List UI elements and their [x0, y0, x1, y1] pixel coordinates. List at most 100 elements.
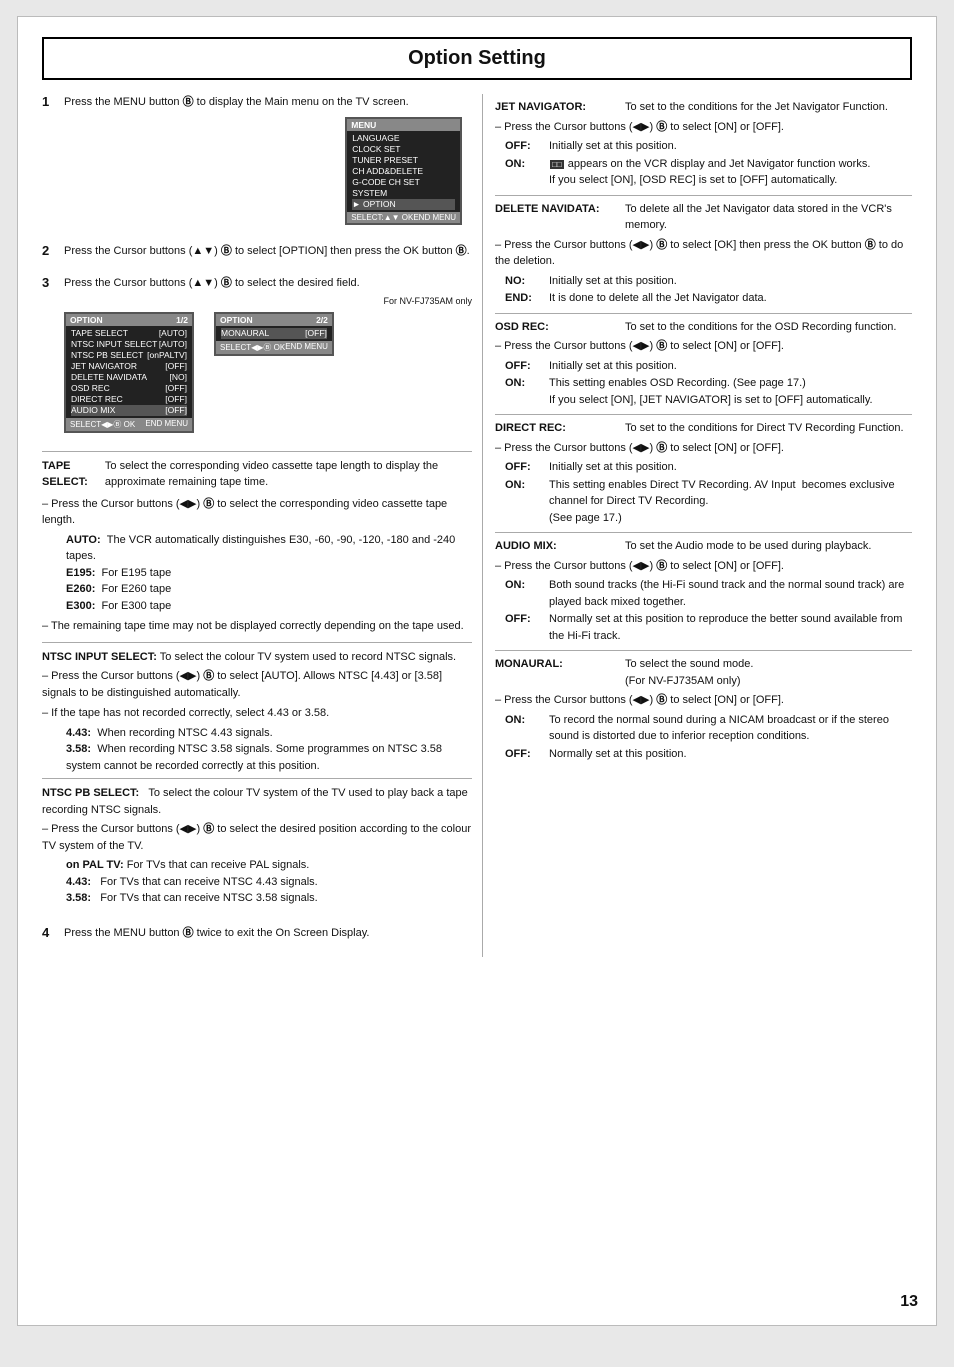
- osd-rec-header: OSD REC: To set to the conditions for th…: [495, 319, 912, 336]
- audio-mix-off-on: ON:Both sound tracks (the Hi-Fi sound tr…: [505, 577, 912, 644]
- delete-navidata-header: DELETE NAVIDATA: To delete all the Jet N…: [495, 201, 912, 234]
- option-menu-1-bottom: SELECT◀▶Ⓑ OKEND MENU: [66, 418, 192, 431]
- delete-nav-end: END:It is done to delete all the Jet Nav…: [505, 290, 912, 307]
- tape-e300: E300: For E300 tape: [66, 598, 472, 615]
- option-row-audio: AUDIO MIX[OFF]: [71, 405, 187, 416]
- jet-navigator-key: JET NAVIGATOR:: [495, 99, 625, 116]
- audio-mix-key: AUDIO MIX:: [495, 538, 625, 555]
- monaural-off-on: ON:To record the normal sound during a N…: [505, 712, 912, 763]
- main-menu-row: TUNER PRESET: [352, 155, 455, 166]
- step-4-number: 4: [42, 925, 56, 946]
- tape-e260: E260: For E260 tape: [66, 581, 472, 598]
- osd-rec-on: ON:This setting enables OSD Recording. (…: [505, 375, 912, 408]
- option-menu-1: OPTION1/2 TAPE SELECT[AUTO] NTSC INPUT S…: [64, 312, 194, 433]
- delete-navidata-desc: To delete all the Jet Navigator data sto…: [625, 201, 912, 234]
- option-menu-2-title: OPTION2/2: [216, 314, 332, 326]
- step-1-number: 1: [42, 94, 56, 231]
- option-row-ntsc-pb: NTSC PB SELECT[onPALTV]: [71, 350, 187, 361]
- ntsc-pb-358: 3.58: For TVs that can receive NTSC 3.58…: [66, 890, 472, 907]
- jet-navigator-section: JET NAVIGATOR: To set to the conditions …: [495, 94, 912, 196]
- monaural-header: MONAURAL: To select the sound mode.(For …: [495, 656, 912, 689]
- right-column: JET NAVIGATOR: To set to the conditions …: [482, 94, 912, 957]
- option-menu-2-bottom: SELECT◀▶Ⓑ OKEND MENU: [216, 341, 332, 354]
- audio-mix-desc: To set the Audio mode to be used during …: [625, 538, 912, 555]
- jet-navigator-off-on: OFF:Initially set at this position. ON:□…: [505, 138, 912, 189]
- delete-navidata-dash: – Press the Cursor buttons (◀▶) Ⓑ to sel…: [495, 237, 912, 270]
- option-row-delete: DELETE NAVIDATA[NO]: [71, 372, 187, 383]
- direct-rec-key: DIRECT REC:: [495, 420, 625, 437]
- step-1-content: Press the MENU button Ⓑ to display the M…: [64, 94, 472, 231]
- ntsc-358: 3.58: When recording NTSC 3.58 signals. …: [66, 741, 472, 774]
- page: Option Setting 1 Press the MENU button Ⓑ…: [17, 16, 937, 1326]
- step-2-number: 2: [42, 243, 56, 264]
- option-menu-2: OPTION2/2 MONAURAL[OFF] SELECT◀▶Ⓑ OKEND …: [214, 312, 334, 356]
- tape-select-title: TAPE SELECT:: [42, 458, 99, 491]
- osd-rec-desc: To set to the conditions for the OSD Rec…: [625, 319, 912, 336]
- option-row-osd: OSD REC[OFF]: [71, 383, 187, 394]
- direct-rec-off-on: OFF:Initially set at this position. ON:T…: [505, 459, 912, 526]
- jet-navigator-header: JET NAVIGATOR: To set to the conditions …: [495, 99, 912, 116]
- monaural-on: ON:To record the normal sound during a N…: [505, 712, 912, 745]
- monaural-key: MONAURAL:: [495, 656, 625, 689]
- tape-auto: AUTO: The VCR automatically distinguishe…: [66, 532, 472, 565]
- direct-rec-desc: To set to the conditions for Direct TV R…: [625, 420, 912, 437]
- direct-rec-dash: – Press the Cursor buttons (◀▶) Ⓑ to sel…: [495, 440, 912, 457]
- ntsc-input-note: – If the tape has not recorded correctly…: [42, 705, 472, 722]
- option-row-direct: DIRECT REC[OFF]: [71, 394, 187, 405]
- step-2-content: Press the Cursor buttons (▲▼) Ⓑ to selec…: [64, 243, 472, 264]
- delete-navidata-off-on: NO:Initially set at this position. END:I…: [505, 273, 912, 307]
- left-column: 1 Press the MENU button Ⓑ to display the…: [42, 94, 472, 957]
- step-3-text: Press the Cursor buttons (▲▼) Ⓑ to selec…: [64, 275, 472, 292]
- monaural-desc: To select the sound mode.(For NV-FJ735AM…: [625, 656, 912, 689]
- step-1: 1 Press the MENU button Ⓑ to display the…: [42, 94, 472, 231]
- ntsc-pb-header: NTSC PB SELECT: To select the colour TV …: [42, 785, 472, 818]
- step-4-content: Press the MENU button Ⓑ twice to exit th…: [64, 925, 472, 946]
- main-menu-row: SYSTEM: [352, 188, 455, 199]
- ntsc-pb-dash: – Press the Cursor buttons (◀▶) Ⓑ to sel…: [42, 821, 472, 854]
- main-menu-row: CH ADD&DELETE: [352, 166, 455, 177]
- delete-navidata-section: DELETE NAVIDATA: To delete all the Jet N…: [495, 196, 912, 314]
- main-menu-row: CLOCK SET: [352, 144, 455, 155]
- main-menu-box: MENU LANGUAGE CLOCK SET TUNER PRESET CH …: [345, 117, 462, 225]
- step-4: 4 Press the MENU button Ⓑ twice to exit …: [42, 925, 472, 946]
- osd-rec-off-on: OFF:Initially set at this position. ON:T…: [505, 358, 912, 409]
- jet-nav-on: ON:□□ appears on the VCR display and Jet…: [505, 156, 912, 189]
- jet-navigator-dash: – Press the Cursor buttons (◀▶) Ⓑ to sel…: [495, 119, 912, 136]
- main-menu-bottom: SELECT:▲▼ OKEND MENU: [347, 212, 460, 223]
- ntsc-pb-443: 4.43: For TVs that can receive NTSC 4.43…: [66, 874, 472, 891]
- direct-rec-off: OFF:Initially set at this position.: [505, 459, 912, 476]
- step-3-number: 3: [42, 275, 56, 439]
- page-number: 13: [900, 1293, 918, 1311]
- audio-mix-header: AUDIO MIX: To set the Audio mode to be u…: [495, 538, 912, 555]
- direct-rec-on: ON:This setting enables Direct TV Record…: [505, 477, 912, 527]
- delete-navidata-key: DELETE NAVIDATA:: [495, 201, 625, 234]
- nv-note: For NV-FJ735AM only: [64, 296, 472, 306]
- tape-remaining-note: – The remaining tape time may not be dis…: [42, 618, 472, 635]
- tape-select-section: TAPE SELECT: To select the corresponding…: [42, 451, 472, 642]
- direct-rec-section: DIRECT REC: To set to the conditions for…: [495, 415, 912, 533]
- audio-mix-dash: – Press the Cursor buttons (◀▶) Ⓑ to sel…: [495, 558, 912, 575]
- jet-nav-off: OFF:Initially set at this position.: [505, 138, 912, 155]
- osd-rec-key: OSD REC:: [495, 319, 625, 336]
- main-menu-row: G-CODE CH SET: [352, 177, 455, 188]
- step-3-content: Press the Cursor buttons (▲▼) Ⓑ to selec…: [64, 275, 472, 439]
- monaural-off: OFF:Normally set at this position.: [505, 746, 912, 763]
- step-4-text: Press the MENU button Ⓑ twice to exit th…: [64, 925, 472, 942]
- ntsc-pb-section: NTSC PB SELECT: To select the colour TV …: [42, 778, 472, 911]
- page-title: Option Setting: [42, 37, 912, 80]
- step-3: 3 Press the Cursor buttons (▲▼) Ⓑ to sel…: [42, 275, 472, 439]
- ntsc-input-section: NTSC INPUT SELECT: To select the colour …: [42, 642, 472, 779]
- option-row-jet-nav: JET NAVIGATOR[OFF]: [71, 361, 187, 372]
- step-1-text: Press the MENU button Ⓑ to display the M…: [64, 94, 472, 111]
- ntsc-pb-pal: on PAL TV: For TVs that can receive PAL …: [66, 857, 472, 874]
- direct-rec-header: DIRECT REC: To set to the conditions for…: [495, 420, 912, 437]
- tape-select-desc: To select the corresponding video casset…: [105, 458, 472, 493]
- osd-rec-dash: – Press the Cursor buttons (◀▶) Ⓑ to sel…: [495, 338, 912, 355]
- main-menu-title: MENU: [347, 119, 460, 131]
- audio-mix-section: AUDIO MIX: To set the Audio mode to be u…: [495, 533, 912, 651]
- option-row-ntsc-input: NTSC INPUT SELECT[AUTO]: [71, 339, 187, 350]
- monaural-dash: – Press the Cursor buttons (◀▶) Ⓑ to sel…: [495, 692, 912, 709]
- step-2-text: Press the Cursor buttons (▲▼) Ⓑ to selec…: [64, 243, 472, 260]
- audio-mix-on: ON:Both sound tracks (the Hi-Fi sound tr…: [505, 577, 912, 610]
- option-row-tape: TAPE SELECT[AUTO]: [71, 328, 187, 339]
